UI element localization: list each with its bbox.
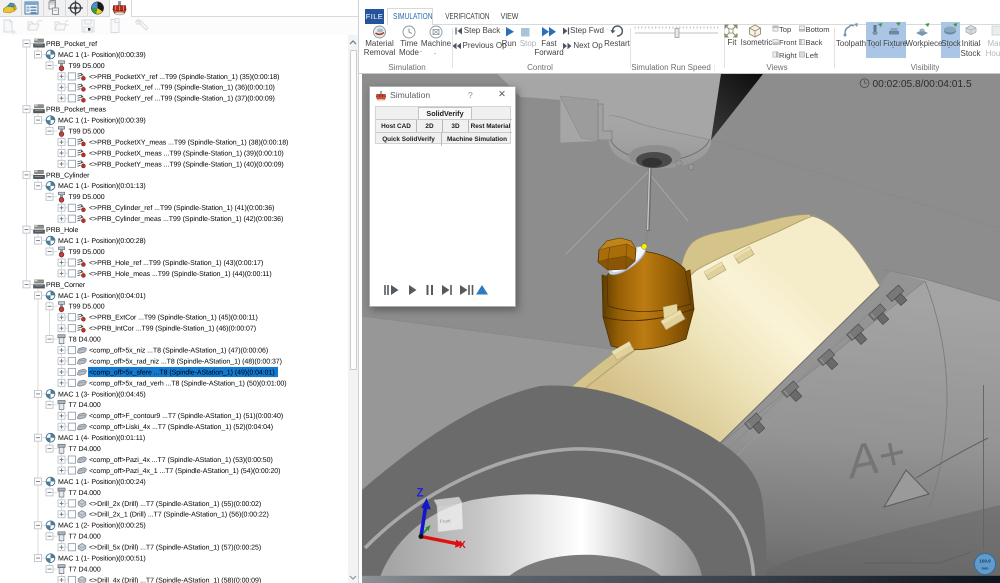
svg-text:X: X	[459, 540, 466, 551]
svg-text:MAC 1 (3- Position)(0:04:45): MAC 1 (3- Position)(0:04:45)	[58, 390, 146, 398]
svg-text:MAC 1 (1- Position)(0:01:13): MAC 1 (1- Position)(0:01:13)	[58, 182, 146, 190]
svg-text:<>PRB_Cylinder_meas ...T99 (Sp: <>PRB_Cylinder_meas ...T99 (Spindle-Stat…	[89, 215, 283, 223]
svg-text:o: o	[444, 497, 446, 501]
svg-text:<>PRB_Hole_ref ...T99 (Spindle: <>PRB_Hole_ref ...T99 (Spindle-Station_1…	[89, 259, 263, 267]
svg-text:ˇ: ˇ	[606, 29, 608, 35]
svg-text:ˇ: ˇ	[420, 52, 422, 58]
svg-text:<>Drill_2x_1 (Drill) ...T7 (Sp: <>Drill_2x_1 (Drill) ...T7 (Spindle-ASta…	[89, 511, 269, 519]
svg-text:<comp_off>5x_rad_verh ...T8 (S: <comp_off>5x_rad_verh ...T8 (Spindle-ASt…	[89, 379, 287, 387]
svg-text:ˇ: ˇ	[979, 45, 981, 51]
svg-text:T99 D5.000: T99 D5.000	[69, 249, 105, 256]
svg-text:MAC 1 (1- Position)(0:00:39): MAC 1 (1- Position)(0:00:39)	[58, 51, 146, 59]
svg-text:<comp_off>Pazi_4x ...T7 (Spind: <comp_off>Pazi_4x ...T7 (Spindle-AStatio…	[89, 456, 273, 464]
svg-text:ˇ: ˇ	[892, 48, 894, 54]
svg-text:T99 D5.000: T99 D5.000	[69, 63, 105, 70]
svg-text:<>PRB_Cylinder_ref ...T99 (Spi: <>PRB_Cylinder_ref ...T99 (Spindle-Stati…	[89, 204, 274, 212]
svg-text:<>PRB_PocketY_ref ...T99 (Spin: <>PRB_PocketY_ref ...T99 (Spindle-Statio…	[89, 95, 275, 103]
svg-text:<>PRB_Hole_meas ...T99 (Spindl: <>PRB_Hole_meas ...T99 (Spindle-Station_…	[89, 270, 272, 278]
svg-text:<comp_off>Liski_4x ...T7 (Spin: <comp_off>Liski_4x ...T7 (Spindle-AStati…	[89, 423, 273, 431]
svg-text:T7 D4.000: T7 D4.000	[69, 402, 101, 409]
svg-text:<>Drill_4x (Drill) ...T7 (Spin: <>Drill_4x (Drill) ...T7 (Spindle-AStati…	[89, 576, 261, 583]
svg-text:ˇ: ˇ	[948, 48, 950, 54]
svg-text:<>PRB_ExtCor ...T99 (Spindle-S: <>PRB_ExtCor ...T99 (Spindle-Station_1) …	[89, 314, 258, 322]
svg-text:Front: Front	[440, 518, 452, 524]
svg-text:⋮: ⋮	[711, 65, 718, 72]
svg-text:00:02:05.8/00:04:01.5: 00:02:05.8/00:04:01.5	[873, 79, 972, 90]
svg-text:T99 D5.000: T99 D5.000	[69, 129, 105, 136]
svg-text:MAC 1 (1- Position)(0:00:24): MAC 1 (1- Position)(0:00:24)	[58, 478, 146, 486]
svg-text:<>Drill_5x (Drill) ...T7 (Spin: <>Drill_5x (Drill) ...T7 (Spindle-AStati…	[89, 544, 261, 552]
svg-text:<>PRB_PocketXY_ref ...T99 (Spi: <>PRB_PocketXY_ref ...T99 (Spindle-Stati…	[89, 73, 279, 81]
svg-text:PRB_Pocket_meas: PRB_Pocket_meas	[46, 106, 106, 114]
svg-text:ˇ: ˇ	[392, 52, 394, 58]
svg-text:PRB_Pocket_ref: PRB_Pocket_ref	[46, 40, 97, 48]
svg-text:T7 D4.000: T7 D4.000	[69, 534, 101, 541]
svg-text:PRB_Cylinder: PRB_Cylinder	[46, 171, 90, 179]
svg-text:<comp_off>Pazi_4x_1 ...T7 (Spi: <comp_off>Pazi_4x_1 ...T7 (Spindle-AStat…	[89, 467, 280, 475]
svg-text:<>PRB_PocketXY_meas ...T99 (Sp: <>PRB_PocketXY_meas ...T99 (Spindle-Stat…	[89, 139, 288, 147]
svg-text:MAC 1 (4- Position)(0:01:11): MAC 1 (4- Position)(0:01:11)	[58, 434, 145, 442]
svg-text:ˇ: ˇ	[434, 54, 436, 60]
svg-text:T8 D4.000: T8 D4.000	[69, 337, 101, 344]
svg-text:MAC 1 (1- Position)(0:04:01): MAC 1 (1- Position)(0:04:01)	[58, 292, 146, 300]
svg-text:<>Drill_2x (Drill) ...T7 (Spin: <>Drill_2x (Drill) ...T7 (Spindle-AStati…	[89, 500, 261, 508]
svg-text:T7 D4.000: T7 D4.000	[69, 490, 101, 497]
svg-text:MAC 1 (1- Position)(0:00:28): MAC 1 (1- Position)(0:00:28)	[58, 237, 146, 245]
svg-text:<>PRB_PocketX_ref ...T99 (Spin: <>PRB_PocketX_ref ...T99 (Spindle-Statio…	[89, 84, 275, 92]
svg-text:mm: mm	[981, 566, 989, 571]
svg-text:MAC 1 (1- Position)(0:00:51): MAC 1 (1- Position)(0:00:51)	[58, 555, 146, 563]
svg-text:<comp_off>5x_niz ...T8 (Spindl: <comp_off>5x_niz ...T8 (Spindle-AStation…	[89, 347, 268, 355]
svg-text:ˇ: ˇ	[502, 29, 504, 35]
svg-text:T99 D5.000: T99 D5.000	[69, 304, 105, 311]
svg-text:T7 D4.000: T7 D4.000	[69, 446, 101, 453]
svg-text:MAC 1 (1- Position)(0:00:39): MAC 1 (1- Position)(0:00:39)	[58, 117, 146, 125]
svg-text:ˇ: ˇ	[920, 48, 922, 54]
svg-text:<comp_off>5x_sfere ...T8 (Spin: <comp_off>5x_sfere ...T8 (Spindle-AStati…	[89, 368, 275, 376]
svg-text:ˇ: ˇ	[523, 46, 525, 52]
svg-text:PRB_Corner: PRB_Corner	[46, 282, 86, 289]
svg-text:ˇ: ˇ	[510, 48, 512, 54]
svg-text:109.9: 109.9	[979, 559, 991, 564]
svg-text:<>PRB_PocketY_meas ...T99 (Spi: <>PRB_PocketY_meas ...T99 (Spindle-Stati…	[89, 160, 284, 168]
svg-text:MAC 1 (2- Position)(0:00:25): MAC 1 (2- Position)(0:00:25)	[58, 522, 146, 530]
svg-text:T7 D4.000: T7 D4.000	[69, 567, 101, 574]
svg-text:<>PRB_PocketX_meas ...T99 (Spi: <>PRB_PocketX_meas ...T99 (Spindle-Stati…	[89, 149, 284, 157]
svg-text:ˇ: ˇ	[873, 48, 875, 54]
svg-text:Z: Z	[417, 488, 424, 500]
svg-text:T99 D5.000: T99 D5.000	[69, 194, 105, 201]
svg-text:PRB_Hole: PRB_Hole	[46, 226, 78, 234]
svg-text:<>PRB_IntCor ...T99 (Spindle-S: <>PRB_IntCor ...T99 (Spindle-Station_1) …	[89, 325, 256, 333]
svg-text:<comp_off>5x_rad_niz ...T8 (Sp: <comp_off>5x_rad_niz ...T8 (Spindle-ASta…	[89, 357, 282, 365]
svg-text:<comp_off>F_contour9 ...T7 (Sp: <comp_off>F_contour9 ...T7 (Spindle-ASta…	[89, 412, 283, 420]
